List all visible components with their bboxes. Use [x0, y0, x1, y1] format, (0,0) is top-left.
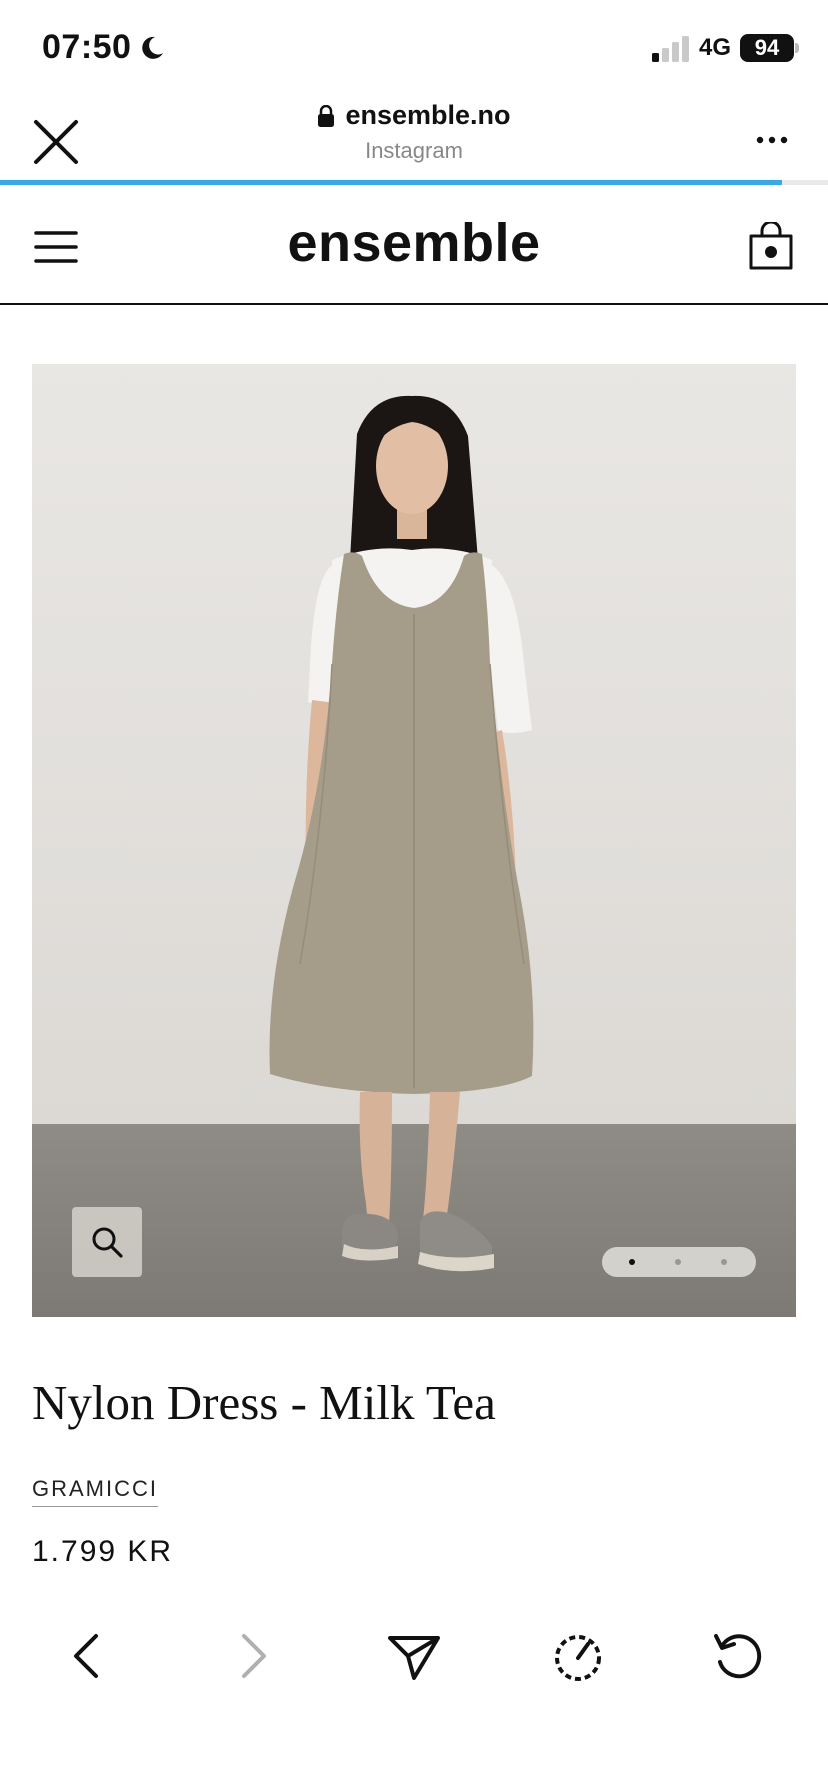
battery-tip: [795, 43, 799, 53]
source-label: Instagram: [365, 137, 463, 163]
share-icon[interactable]: [384, 1628, 444, 1684]
lock-icon: [318, 104, 335, 127]
image-pagination[interactable]: [602, 1247, 756, 1277]
pagination-dot[interactable]: [629, 1259, 635, 1265]
zoom-button[interactable]: [72, 1207, 142, 1277]
reload-icon[interactable]: [708, 1628, 768, 1684]
pagination-dot[interactable]: [675, 1259, 681, 1265]
url-text: ensemble.no: [345, 100, 511, 130]
back-icon[interactable]: [58, 1628, 118, 1684]
signal-icon: [652, 36, 689, 62]
forward-icon[interactable]: [222, 1628, 282, 1684]
product-title: Nylon Dress - Milk Tea: [32, 1375, 496, 1430]
moon-icon: [142, 36, 163, 59]
network-type: 4G: [699, 34, 732, 61]
status-time: 07:50: [42, 28, 132, 66]
product-image[interactable]: [32, 364, 796, 1317]
more-icon[interactable]: [754, 134, 790, 146]
header-divider: [0, 303, 828, 305]
brand-link[interactable]: GRAMICCI: [32, 1476, 158, 1507]
site-logo[interactable]: ensemble: [0, 212, 828, 274]
battery-icon: 94: [740, 34, 794, 62]
zoom-icon: [92, 1227, 123, 1258]
address-bar[interactable]: ensemble.no Instagram: [0, 100, 828, 164]
pagination-dot[interactable]: [721, 1259, 727, 1265]
product-price: 1.799 KR: [32, 1535, 174, 1568]
shopping-bag-icon[interactable]: [748, 222, 794, 270]
model-figure: [269, 395, 534, 1272]
speed-icon[interactable]: [548, 1628, 608, 1684]
load-progress-bar: [0, 180, 783, 185]
